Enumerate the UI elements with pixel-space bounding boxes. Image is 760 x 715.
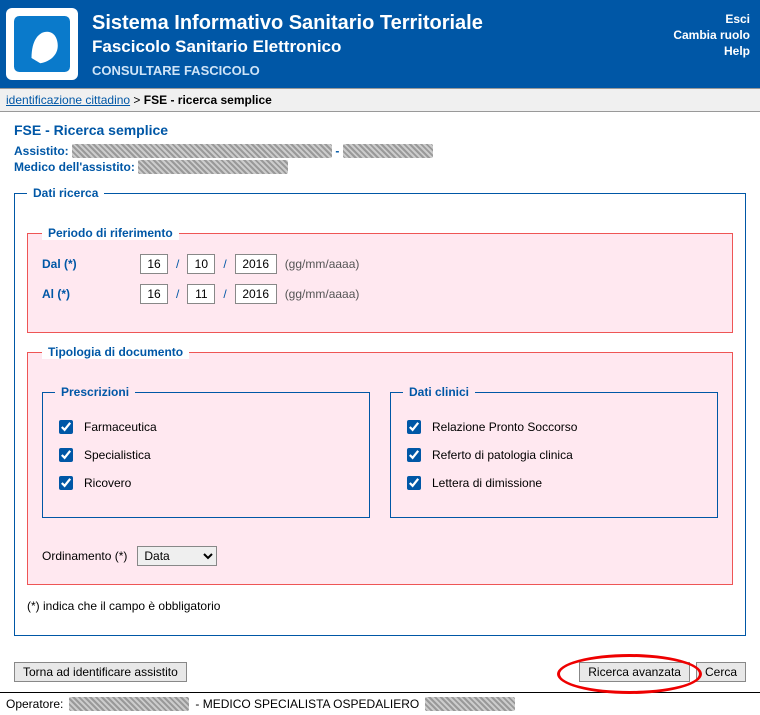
header-titles: Sistema Informativo Sanitario Territoria… — [92, 8, 673, 78]
breadcrumb-identificazione[interactable]: identificazione cittadino — [6, 93, 130, 107]
fieldset-tipologia: Tipologia di documento Prescrizioni Farm… — [27, 345, 733, 585]
operatore-extra — [425, 697, 515, 711]
app-logo — [6, 8, 78, 80]
back-button[interactable]: Torna ad identificare assistito — [14, 662, 187, 682]
input-dal-day[interactable] — [140, 254, 168, 274]
input-dal-month[interactable] — [187, 254, 215, 274]
lbl-ricovero: Ricovero — [84, 476, 131, 490]
chk-lettera[interactable] — [407, 476, 421, 490]
hint-dal: (gg/mm/aaaa) — [285, 257, 360, 271]
fieldset-dati-clinici: Dati clinici Relazione Pronto Soccorso R… — [390, 385, 718, 518]
app-header: Sistema Informativo Sanitario Territoria… — [0, 0, 760, 88]
select-ordinamento[interactable]: Data — [137, 546, 217, 566]
date-row-dal: Dal (*) / / (gg/mm/aaaa) — [42, 254, 718, 274]
header-title-3: CONSULTARE FASCICOLO — [92, 63, 673, 78]
page-title: FSE - Ricerca semplice — [14, 122, 746, 138]
breadcrumb-current: FSE - ricerca semplice — [144, 93, 272, 107]
breadcrumb-sep: > — [133, 93, 140, 107]
ordinamento-row: Ordinamento (*) Data — [42, 546, 718, 566]
chk-farmaceutica[interactable] — [59, 420, 73, 434]
assistito-code — [343, 144, 433, 158]
medico-row: Medico dell'assistito: — [14, 160, 746, 174]
input-al-month[interactable] — [187, 284, 215, 304]
input-al-year[interactable] — [235, 284, 277, 304]
legend-dati-clinici: Dati clinici — [403, 385, 475, 399]
fieldset-periodo: Periodo di riferimento Dal (*) / / (gg/m… — [27, 226, 733, 333]
link-cambia-ruolo[interactable]: Cambia ruolo — [673, 28, 750, 42]
input-al-day[interactable] — [140, 284, 168, 304]
search-button[interactable]: Cerca — [696, 662, 746, 682]
assistito-label: Assistito: — [14, 144, 69, 158]
footer-bar: Operatore: - MEDICO SPECIALISTA OSPEDALI… — [0, 692, 760, 715]
mandatory-note: (*) indica che il campo è obbligatorio — [27, 599, 733, 613]
lbl-referto: Referto di patologia clinica — [432, 448, 573, 462]
chk-pronto-soccorso[interactable] — [407, 420, 421, 434]
chk-referto[interactable] — [407, 448, 421, 462]
operatore-label: Operatore: — [6, 697, 63, 711]
breadcrumb: identificazione cittadino > FSE - ricerc… — [0, 88, 760, 112]
sep-dal-2: / — [223, 257, 226, 271]
date-row-al: Al (*) / / (gg/mm/aaaa) — [42, 284, 718, 304]
medico-label: Medico dell'assistito: — [14, 160, 135, 174]
legend-dati-ricerca: Dati ricerca — [27, 186, 104, 200]
operatore-value — [69, 697, 189, 711]
chk-specialistica[interactable] — [59, 448, 73, 462]
input-dal-year[interactable] — [235, 254, 277, 274]
lbl-pronto-soccorso: Relazione Pronto Soccorso — [432, 420, 577, 434]
header-title-1: Sistema Informativo Sanitario Territoria… — [92, 12, 673, 35]
lbl-specialistica: Specialistica — [84, 448, 151, 462]
link-help[interactable]: Help — [724, 44, 750, 58]
assistito-value — [72, 144, 332, 158]
assistito-row: Assistito: - — [14, 144, 746, 158]
legend-periodo: Periodo di riferimento — [42, 226, 179, 240]
legend-prescrizioni: Prescrizioni — [55, 385, 135, 399]
label-dal: Dal (*) — [42, 257, 132, 271]
fieldset-dati-ricerca: Dati ricerca Periodo di riferimento Dal … — [14, 186, 746, 636]
sep-al-1: / — [176, 287, 179, 301]
medico-value — [138, 160, 288, 174]
lbl-lettera: Lettera di dimissione — [432, 476, 542, 490]
lbl-farmaceutica: Farmaceutica — [84, 420, 157, 434]
actions-bar: Torna ad identificare assistito Ricerca … — [0, 652, 760, 692]
header-title-2: Fascicolo Sanitario Elettronico — [92, 37, 673, 57]
sep-dal-1: / — [176, 257, 179, 271]
link-esci[interactable]: Esci — [725, 12, 750, 26]
legend-tipologia: Tipologia di documento — [42, 345, 189, 359]
hint-al: (gg/mm/aaaa) — [285, 287, 360, 301]
label-al: Al (*) — [42, 287, 132, 301]
advanced-search-button[interactable]: Ricerca avanzata — [579, 662, 690, 682]
fieldset-prescrizioni: Prescrizioni Farmaceutica Specialistica … — [42, 385, 370, 518]
chk-ricovero[interactable] — [59, 476, 73, 490]
sep-al-2: / — [223, 287, 226, 301]
label-ordinamento: Ordinamento (*) — [42, 549, 127, 563]
operatore-role: - MEDICO SPECIALISTA OSPEDALIERO — [195, 697, 419, 711]
header-links: Esci Cambia ruolo Help — [673, 12, 750, 58]
